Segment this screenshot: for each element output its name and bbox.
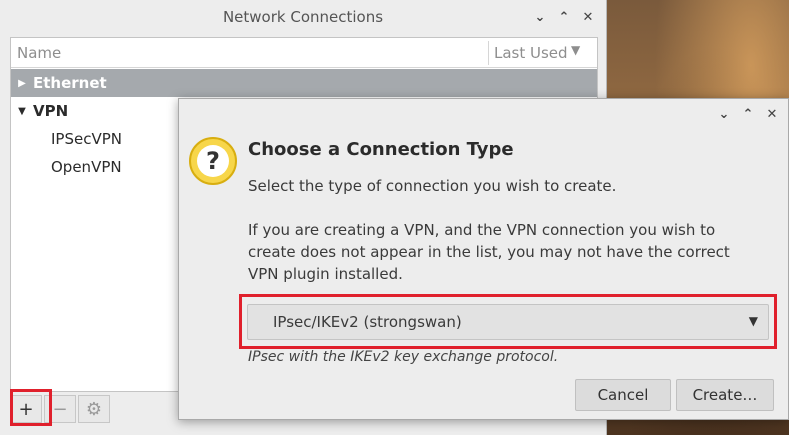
close-button[interactable]: ✕	[578, 7, 598, 27]
close-icon: ✕	[766, 106, 778, 122]
column-header-name[interactable]: Name	[17, 44, 61, 62]
window-title: Network Connections	[222, 8, 384, 26]
chevron-down-icon: ▼	[748, 314, 758, 328]
dialog-maximize-button[interactable]: ⌃	[738, 104, 758, 124]
connection-type-select[interactable]: IPsec/IKEv2 (strongswan) ▼	[247, 304, 769, 340]
group-row-ethernet[interactable]: ▶ Ethernet	[11, 69, 597, 97]
dialog-subtitle: Select the type of connection you wish t…	[248, 177, 617, 195]
dialog-minimize-button[interactable]: ⌄	[714, 104, 734, 124]
gear-icon: ⚙	[85, 398, 103, 420]
expander-collapsed-icon[interactable]: ▶	[11, 78, 33, 89]
question-icon: ?	[189, 137, 237, 185]
minimize-button[interactable]: ⌄	[530, 7, 550, 27]
sort-chevron-down-icon[interactable]: ▼	[571, 43, 580, 57]
settings-button[interactable]: ⚙	[78, 395, 110, 423]
column-header-last-used[interactable]: Last Used	[494, 44, 568, 62]
expander-expanded-icon[interactable]: ▼	[11, 106, 33, 117]
dialog-info-text: If you are creating a VPN, and the VPN c…	[248, 221, 730, 283]
remove-connection-button[interactable]: −	[44, 395, 76, 423]
cancel-button[interactable]: Cancel	[575, 379, 671, 411]
list-item-label: IPSecVPN	[51, 130, 122, 148]
group-label-vpn: VPN	[33, 102, 69, 120]
dialog-close-button[interactable]: ✕	[762, 104, 782, 124]
list-header: Name Last Used ▼	[11, 38, 597, 68]
add-connection-button[interactable]: +	[10, 395, 42, 423]
column-divider	[488, 41, 489, 65]
chevron-down-icon: ⌄	[718, 106, 730, 122]
dialog-heading: Choose a Connection Type	[248, 139, 514, 160]
close-icon: ✕	[582, 9, 594, 25]
chevron-up-icon: ⌃	[742, 106, 754, 122]
chevron-up-icon: ⌃	[558, 9, 570, 25]
list-item-label: OpenVPN	[51, 158, 122, 176]
window-titlebar: Network Connections ⌄ ⌃ ✕	[0, 0, 606, 34]
select-description: IPsec with the IKEv2 key exchange protoc…	[248, 349, 559, 365]
connection-type-dialog: ⌄ ⌃ ✕ ? Choose a Connection Type Select …	[178, 98, 789, 420]
select-value: IPsec/IKEv2 (strongswan)	[273, 313, 462, 331]
create-button[interactable]: Create…	[676, 379, 774, 411]
chevron-down-icon: ⌄	[534, 9, 546, 25]
dialog-titlebar: ⌄ ⌃ ✕	[179, 99, 788, 129]
maximize-button[interactable]: ⌃	[554, 7, 574, 27]
group-label-ethernet: Ethernet	[33, 74, 107, 92]
list-toolbar: + − ⚙	[10, 393, 180, 425]
